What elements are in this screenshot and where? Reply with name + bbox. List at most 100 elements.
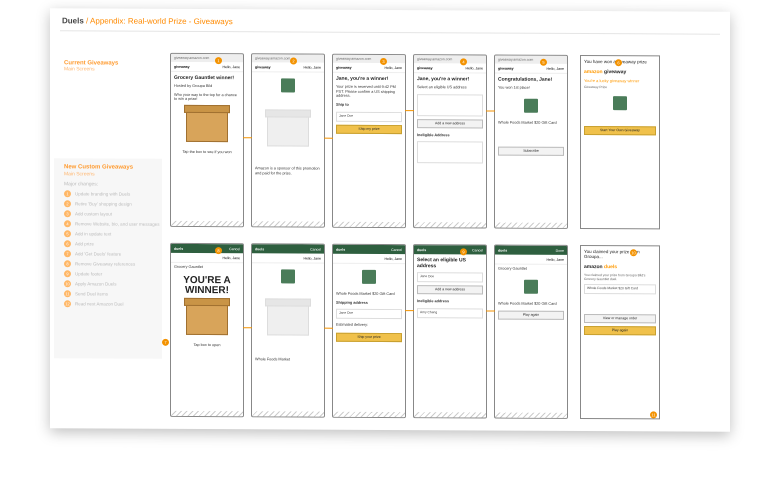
cancel-link[interactable]: Cancel [472,248,483,252]
current-screen-address: giveaway.amazon.com giveaway Hello, Jane … [413,54,487,229]
tap-box-text: Tap the box to see if you won [182,150,232,155]
start-giveaway-button[interactable]: Start Your Own Giveaway [584,126,656,136]
screen-header: giveaway Hello, Jane [252,62,324,73]
prize-box-icon[interactable] [186,110,228,143]
add-address-button[interactable]: Add a new address [417,118,483,129]
ship-prize-button[interactable]: Ship my prize [336,124,402,134]
change-item: 2 Retire 'Buy' shopping design [64,200,162,208]
title-divider [60,30,720,35]
duels-logo: duels [498,248,508,253]
flow-arrow [405,110,414,112]
change-item: 11 Send Duel items [64,290,162,298]
hello-text: Hello, Jane [384,256,402,261]
callout-badge: 9 [460,248,467,256]
change-label: Add in update text [75,231,112,237]
screen-body: Amazon is a sponsor of this promotion an… [255,166,320,176]
manage-order-button[interactable]: View or manage order [584,313,656,324]
flow-arrow [486,310,495,312]
done-link[interactable]: Done [556,248,564,252]
torn-edge [333,221,405,229]
new-screen-ship: duels Cancel Hello, Jane Whole Foods Mark… [332,243,406,419]
flow-arrow [243,327,252,329]
ineligible-label: Ineligible address [417,299,450,304]
cancel-link[interactable]: Cancel [391,248,402,252]
change-num: 4 [64,220,71,228]
ineligible-address-card [417,141,483,164]
change-num: 7 [64,250,71,258]
hello-text: Hello, Jane [222,64,240,69]
change-item: 7 Add 'Get Duels' feature [64,250,162,258]
torn-edge [171,220,243,228]
tap-box-text: Tap box to open [193,342,221,347]
address-card[interactable] [417,93,483,117]
address-card[interactable]: Jane Doe [336,111,402,122]
slide-title: Duels / Appendix: Real-world Prize - Giv… [62,16,233,26]
torn-edge [252,221,324,228]
change-label: Add 'Get Duels' feature [75,251,122,257]
hello-text: Hello, Jane [465,65,483,70]
screen-title: Jane, you're a winner! [336,75,389,82]
torn-edge [333,411,405,419]
gift-card-icon [613,96,627,111]
prize-box-icon[interactable] [186,302,228,335]
email-subject: You claimed your prize from Groupa... [584,249,640,260]
change-num: 6 [64,240,71,248]
change-num: 12 [64,300,71,308]
torn-edge [495,412,567,419]
change-label: Update branding with Duels [75,191,131,197]
prize-summary: Whole Foods Market $20 Gift Card [584,284,656,295]
add-address-button[interactable]: Add a new address [417,285,483,295]
hello-text: Hello, Jane [546,66,564,71]
duel-host: Grocery Gauntlet [498,266,527,271]
torn-edge [171,410,243,418]
torn-edge [252,411,324,418]
duel-host: Grocery Gauntlet [174,264,203,270]
new-email: You claimed your prize from Groupa... am… [580,244,660,420]
change-label: Read next Amazon Duel [75,301,124,307]
hello-row: Hello, Jane [252,253,324,264]
callout-badge: 3 [380,57,387,65]
torn-edge [414,222,486,229]
ship-prize-button[interactable]: Ship your prize [336,332,402,343]
current-sub: Main Screens [64,66,95,73]
flow-arrow [486,110,495,112]
new-screen-winner: duels Cancel Hello, Jane Grocery Gauntlet… [170,242,244,418]
cancel-link[interactable]: Cancel [229,247,240,251]
logo-amazon: amazon [584,264,603,271]
screen-body: Your prize is reserved until 9:42 PM PST… [336,84,396,99]
new-screen-opened: duels Cancel Hello, Jane Whole Foods Mark… [251,243,325,418]
play-again-button[interactable]: Play again [584,325,656,336]
gift-card-icon [281,269,295,284]
change-label: Send Duel items [75,291,109,297]
screen-title: Congratulations, Jane! [498,76,553,83]
slide: Duels / Appendix: Real-world Prize - Giv… [50,8,730,432]
logo-giveaway: giveaway [604,69,627,76]
screen-title: Select an eligible US address [417,257,466,270]
play-again-button[interactable]: Play again [498,311,564,321]
callout-badge: 4 [460,58,467,66]
change-label: Retire 'Buy' shopping design [75,201,132,207]
change-label: Add custom layout [75,211,113,217]
cancel-link[interactable]: Cancel [310,247,321,251]
address-card[interactable]: Jane Doe [336,309,402,320]
ship-to-label: Ship to [336,102,349,107]
duels-logo: duels [174,246,184,251]
subscribe-button[interactable]: Subscribe [498,147,564,157]
change-num: 9 [64,270,71,278]
screen-body: Select an eligible US address [417,85,467,90]
change-num: 3 [64,210,71,218]
duels-header: duels Cancel [333,244,405,255]
email-logo: amazon giveaway [581,67,659,77]
gift-card-icon [524,279,538,294]
address-card[interactable]: Jane Doe [417,272,483,283]
winner-headline: YOU'RE A WINNER! [171,272,243,297]
logo-amazon: amazon [584,69,603,76]
flow-arrow [324,137,333,139]
new-heading: New Custom Giveaways [64,164,134,171]
change-item: 5 Add in update text [64,230,162,238]
hello-text: Hello, Jane [222,255,240,260]
ineligible-label: Ineligible Address [417,132,450,138]
open-box-icon [267,303,309,336]
new-giveaways-panel: New Custom Giveaways Main Screens Major … [54,158,162,359]
email-logo: amazon duels [581,262,659,272]
